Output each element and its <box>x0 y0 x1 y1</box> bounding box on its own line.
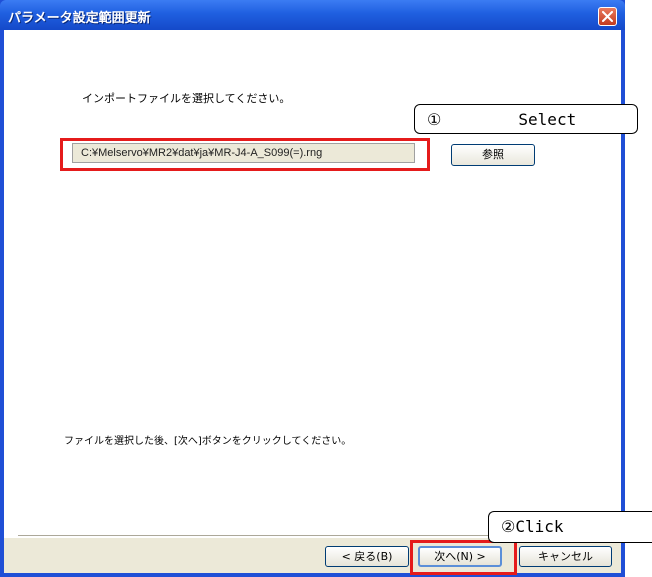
instruction-text: ファイルを選択した後、[次へ]ボタンをクリックしてください。 <box>64 436 352 447</box>
select-callout: ① Select <box>414 104 638 134</box>
import-prompt-text: インポートファイルを選択してください。 <box>82 92 291 105</box>
close-icon <box>602 11 613 22</box>
back-button[interactable]: < 戻る(B) <box>325 546 409 567</box>
dialog-window: パラメータ設定範囲更新 インポートファイルを選択してください。 C:¥Melse… <box>0 0 625 577</box>
title-bar[interactable]: パラメータ設定範囲更新 <box>0 0 625 30</box>
cancel-button[interactable]: キャンセル <box>519 546 612 567</box>
next-button[interactable]: 次へ(N) > <box>418 546 502 567</box>
window-title: パラメータ設定範囲更新 <box>8 11 151 26</box>
browse-button[interactable]: 参照 <box>451 144 535 166</box>
close-button[interactable] <box>598 7 617 26</box>
click-callout: ②Click <box>488 511 652 543</box>
file-path-field[interactable]: C:¥Melservo¥MR2¥dat¥ja¥MR-J4-A_S099(=).r… <box>72 143 415 163</box>
